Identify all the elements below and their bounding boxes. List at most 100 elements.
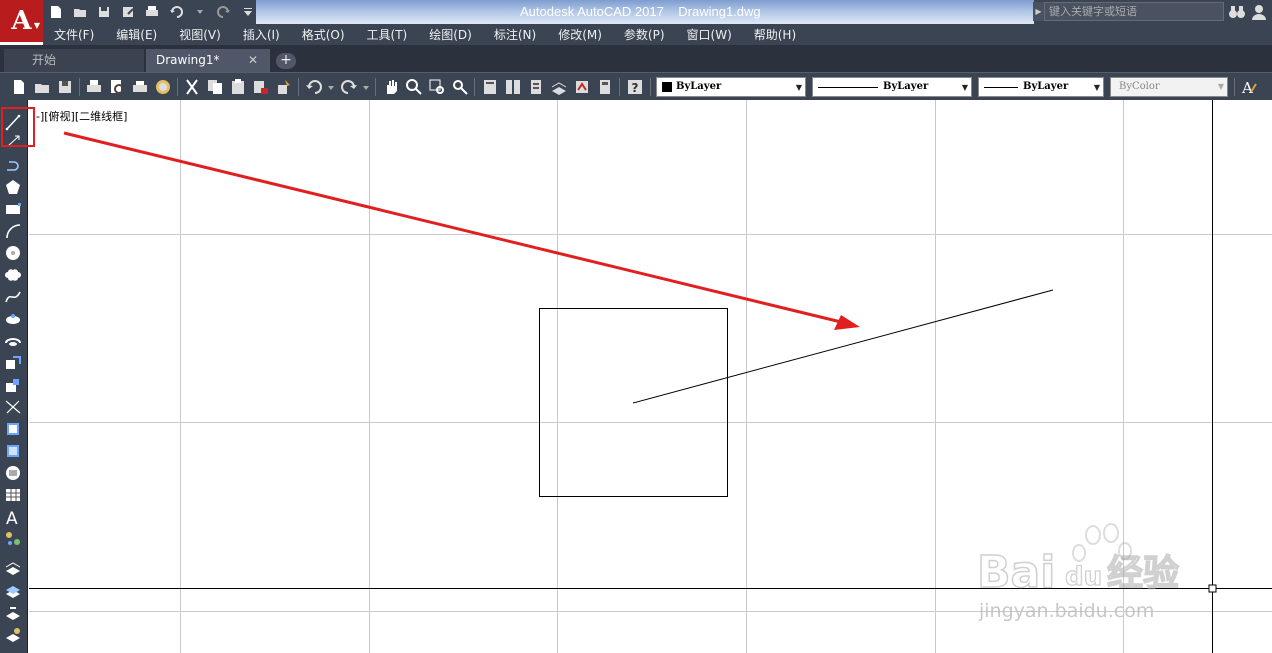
viewport-controls[interactable]: -][俯视][二维线框] [36,108,127,124]
undo-icon[interactable] [305,78,323,96]
zoom-window-icon[interactable] [428,78,446,96]
insert-block-icon[interactable] [4,354,22,372]
plot-style-value: ByColor [1119,81,1160,92]
new-file-icon[interactable] [10,78,28,96]
print-icon[interactable] [142,3,162,21]
menu-insert[interactable]: 插入(I) [232,26,291,43]
make-block-icon[interactable] [4,376,22,394]
polyline-icon[interactable] [4,156,22,174]
new-file-icon[interactable] [46,3,66,21]
tool-palettes-icon[interactable] [527,78,545,96]
match-properties-icon[interactable] [252,78,270,96]
copy-icon[interactable] [206,78,224,96]
save-icon[interactable] [94,3,114,21]
polygon-icon[interactable] [4,178,22,196]
region-icon[interactable] [4,464,22,482]
linetype-dropdown[interactable]: ByLayer ▼ [812,77,972,97]
menu-file[interactable]: 文件(F) [43,26,105,43]
layer-properties-icon[interactable] [4,560,22,578]
lineweight-dropdown[interactable]: ByLayer ▼ [978,77,1104,97]
binoculars-icon[interactable] [1228,3,1246,21]
menu-tools[interactable]: 工具(T) [356,26,419,43]
properties-icon[interactable] [481,78,499,96]
paste-icon[interactable] [229,78,247,96]
linetype-preview [818,87,878,88]
crosshair-pickbox [1208,584,1217,593]
layer-previous-icon[interactable] [4,604,22,622]
standard-toolbar: ? ByLayer ▼ ByLayer ▼ ByLayer ▼ ByColor … [0,72,1272,100]
menu-modify[interactable]: 修改(M) [547,26,613,43]
layer-states-icon[interactable] [4,582,22,600]
table-icon[interactable] [4,486,22,504]
menu-dimension[interactable]: 标注(N) [483,26,547,43]
menu-format[interactable]: 格式(O) [291,26,356,43]
zoom-realtime-icon[interactable] [405,78,423,96]
help-icon[interactable]: ? [626,78,644,96]
point-icon[interactable] [4,398,22,416]
color-dropdown[interactable]: ByLayer ▼ [656,77,806,97]
app-logo-letter: A [11,6,32,36]
chevron-down-icon: ▼ [961,82,968,92]
tab-drawing1-label: Drawing1* [156,53,220,67]
save-icon[interactable] [56,78,74,96]
menu-help[interactable]: 帮助(H) [743,26,807,43]
new-tab-button[interactable]: + [276,53,296,69]
print-icon[interactable] [85,78,103,96]
design-center-icon[interactable] [504,78,522,96]
lineweight-preview [984,87,1018,88]
search-input[interactable]: 键入关键字或短语 [1044,2,1224,21]
undo-dropdown-icon[interactable] [322,78,334,96]
spline-icon[interactable] [4,288,22,306]
quick-access-toolbar [46,2,258,22]
menu-draw[interactable]: 绘图(D) [418,26,483,43]
ellipse-icon[interactable] [4,310,22,328]
user-icon[interactable] [1250,3,1268,21]
layer-isolate-icon[interactable] [4,626,22,644]
open-folder-icon[interactable] [33,78,51,96]
undo-icon[interactable] [166,3,186,21]
publish-icon[interactable] [131,78,149,96]
text-style-icon[interactable]: A [1240,78,1258,97]
watermark-url: jingyan.baidu.com [978,600,1154,622]
redo-dropdown-icon[interactable] [357,78,369,96]
print-preview-icon[interactable] [108,78,126,96]
rectangle-icon[interactable] [4,200,22,218]
multiline-text-icon[interactable]: A [4,508,22,529]
search-expand-icon[interactable]: ▶ [1033,2,1044,21]
tab-start[interactable]: 开始 [4,49,144,72]
chevron-down-icon: ▼ [1217,82,1224,91]
save-as-icon[interactable] [118,3,138,21]
block-editor-icon[interactable] [275,78,293,96]
plot-style-dropdown[interactable]: ByColor ▼ [1110,77,1228,97]
web-publish-icon[interactable] [154,78,172,96]
gradient-icon[interactable] [4,442,22,460]
menu-window[interactable]: 窗口(W) [676,26,743,43]
open-folder-icon[interactable] [70,3,90,21]
markup-set-icon[interactable] [573,78,591,96]
drawn-line[interactable] [632,289,1054,404]
customize-qat-icon[interactable] [238,3,258,21]
undo-dropdown-icon[interactable] [190,3,210,21]
zoom-previous-icon[interactable] [451,78,469,96]
menu-parametric[interactable]: 参数(P) [613,26,676,43]
close-icon[interactable]: ✕ [248,49,258,72]
menu-view[interactable]: 视图(V) [168,26,232,43]
add-selected-icon[interactable] [4,530,22,548]
pan-hand-icon[interactable] [382,78,400,96]
redo-icon[interactable] [214,3,234,21]
calculator-icon[interactable] [596,78,614,96]
ellipse-arc-icon[interactable] [4,332,22,350]
cut-icon[interactable] [183,78,201,96]
application-menu-button[interactable]: A ▼ [0,0,43,42]
circle-icon[interactable] [4,244,22,262]
lineweight-value: ByLayer [1023,81,1069,92]
arc-icon[interactable] [4,222,22,240]
sheet-set-icon[interactable] [550,78,568,96]
window-title: Autodesk AutoCAD 2017 Drawing1.dwg [520,4,761,19]
menu-edit[interactable]: 编辑(E) [105,26,168,43]
tab-drawing1[interactable]: Drawing1* ✕ [146,49,270,72]
menu-bar: 文件(F) 编辑(E) 视图(V) 插入(I) 格式(O) 工具(T) 绘图(D… [43,24,1272,45]
revision-cloud-icon[interactable] [4,266,22,284]
redo-icon[interactable] [340,78,358,96]
hatch-icon[interactable] [4,420,22,438]
